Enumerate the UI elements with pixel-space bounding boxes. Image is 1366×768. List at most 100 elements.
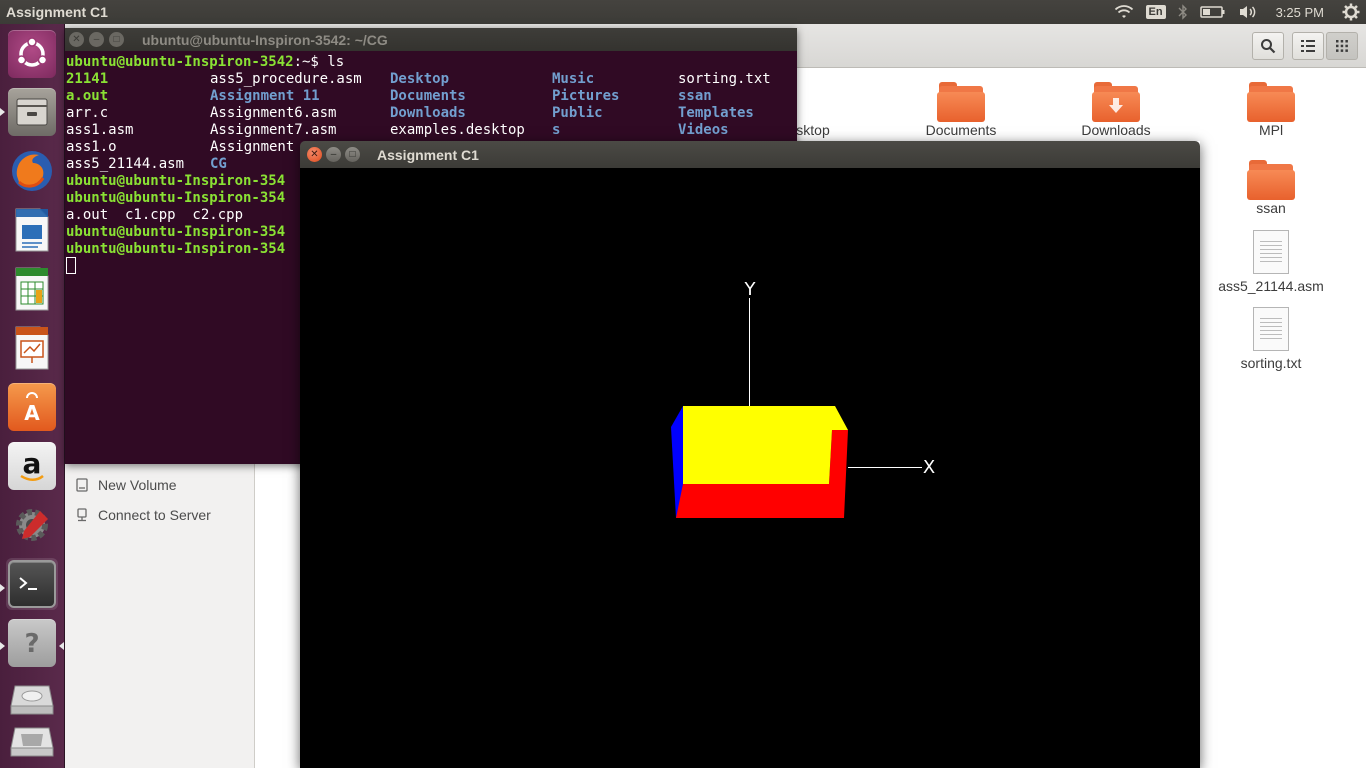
maximize-icon: □: [113, 33, 120, 45]
amazon-launcher-button[interactable]: a: [6, 440, 58, 492]
close-icon: ✕: [72, 33, 81, 45]
sidebar-item-new-volume[interactable]: New Volume: [75, 474, 177, 496]
clock[interactable]: 3:25 PM: [1264, 0, 1336, 24]
file-item-ssan[interactable]: ssan: [1211, 160, 1331, 216]
search-button[interactable]: [1252, 32, 1284, 60]
indicator-area: En 3:25 PM: [1108, 0, 1366, 24]
file-item-downloads[interactable]: Downloads: [1056, 82, 1176, 138]
prompt: ubuntu@ubuntu-Inspiron-3542: [66, 54, 294, 70]
terminal-titlebar[interactable]: ✕ – □ ubuntu@ubuntu-Inspiron-3542: ~/CG: [65, 28, 797, 51]
search-icon: [1261, 39, 1276, 54]
bluetooth-icon[interactable]: [1172, 0, 1194, 24]
gl-titlebar[interactable]: ✕ – □ Assignment C1: [300, 141, 1200, 168]
sidebar-item-label: New Volume: [98, 477, 177, 493]
folder-icon: [1247, 160, 1295, 200]
ls-entry: Assignment7.asm: [210, 122, 337, 138]
svg-text:a: a: [23, 449, 42, 480]
file-item-ass5[interactable]: ass5_21144.asm: [1211, 230, 1331, 294]
system-settings-launcher-button[interactable]: [6, 499, 58, 551]
system-settings-icon: [8, 501, 56, 549]
ls-entry: examples.desktop: [390, 122, 525, 138]
terminal-title: ubuntu@ubuntu-Inspiron-3542: ~/CG: [142, 31, 388, 48]
folder-icon: [1247, 82, 1295, 122]
terminal-launcher-button[interactable]: [6, 558, 58, 610]
close-button[interactable]: ✕: [307, 147, 322, 162]
y-axis-label: Y: [744, 279, 757, 300]
firefox-launcher-button[interactable]: [6, 145, 58, 197]
file-item-sorting[interactable]: sorting.txt: [1211, 307, 1331, 371]
ls-entry: ssan: [678, 88, 712, 104]
trash-launcher-button[interactable]: [6, 714, 58, 766]
running-indicator: [0, 108, 5, 116]
file-item-label: ssan: [1256, 200, 1286, 216]
file-item-documents[interactable]: Documents: [901, 82, 1021, 138]
maximize-button[interactable]: □: [109, 32, 124, 47]
minimize-icon: –: [330, 148, 337, 160]
gl-window-title: Assignment C1: [377, 146, 479, 163]
gl-window[interactable]: ✕ – □ Assignment C1 Y X: [300, 141, 1200, 768]
file-item-mpl[interactable]: MPl: [1211, 82, 1331, 138]
terminal-line: ubuntu@ubuntu-Inspiron-3542:~$ ls: [66, 54, 344, 71]
grid-view-button[interactable]: [1326, 32, 1358, 60]
prompt: ubuntu@ubuntu-Inspiron-354: [66, 173, 286, 189]
files-launcher-button[interactable]: [6, 86, 58, 138]
ls-entry: sorting.txt: [678, 71, 771, 87]
keyboard-layout-label: En: [1145, 5, 1166, 19]
ls-entry: Music: [552, 71, 595, 87]
terminal-cursor: [66, 257, 76, 274]
battery-icon[interactable]: [1194, 0, 1232, 24]
file-item-label: sktop: [796, 122, 830, 138]
keyboard-layout-indicator[interactable]: En: [1140, 0, 1172, 24]
ls-entry: Public: [552, 105, 603, 121]
minimize-icon: –: [93, 33, 100, 45]
folder-icon: [937, 82, 985, 122]
terminal-line: ubuntu@ubuntu-Inspiron-354: [66, 173, 285, 190]
volume-icon[interactable]: [1232, 0, 1264, 24]
active-indicator: [59, 642, 64, 650]
svg-text:A: A: [24, 401, 40, 424]
wifi-icon[interactable]: [1108, 0, 1140, 24]
ls-entry: ass1.o: [66, 139, 117, 155]
ls-entry: Videos: [678, 122, 729, 138]
calc-launcher-button[interactable]: [6, 263, 58, 315]
writer-launcher-button[interactable]: [6, 204, 58, 256]
files-icon: [8, 88, 56, 136]
cube-scene: Y X: [671, 279, 935, 518]
terminal-icon: [8, 560, 56, 608]
close-icon: ✕: [310, 148, 319, 160]
minimize-button[interactable]: –: [326, 147, 341, 162]
help-launcher-button[interactable]: ?: [6, 617, 58, 669]
command: :~$ ls: [293, 54, 345, 70]
sidebar-item-label: Connect to Server: [98, 507, 211, 523]
file-item-label: Documents: [925, 122, 997, 138]
firefox-icon: [8, 147, 56, 195]
file-item-label: ass5_21144.asm: [1218, 278, 1324, 294]
ls-entry: Desktop: [390, 71, 450, 87]
sidebar-item-connect-to-server[interactable]: Connect to Server: [75, 504, 211, 526]
drive-icon: [76, 478, 88, 492]
active-window-title: Assignment C1: [6, 4, 108, 20]
ls-entry: CG: [210, 156, 227, 172]
ubuntu-dash-button[interactable]: [6, 28, 58, 80]
downloads-folder-icon: [1092, 82, 1140, 122]
ls-entry: ass5_procedure.asm: [210, 71, 362, 87]
libreoffice-calc-icon: [8, 265, 56, 313]
list-view-button[interactable]: [1292, 32, 1324, 60]
text-file-icon: [1253, 307, 1289, 351]
opengl-canvas[interactable]: Y X: [300, 168, 1200, 768]
close-button[interactable]: ✕: [69, 32, 84, 47]
gear-icon[interactable]: [1336, 0, 1366, 24]
running-indicator: [0, 642, 5, 650]
impress-launcher-button[interactable]: [6, 322, 58, 374]
ls-entry: Assignment 11: [210, 88, 320, 104]
minimize-button[interactable]: –: [89, 32, 104, 47]
software-launcher-button[interactable]: A: [6, 381, 58, 433]
text-file-icon: [1253, 230, 1289, 274]
file-item-label: sorting.txt: [1240, 355, 1302, 371]
ls-entry: a.out: [66, 88, 109, 104]
launcher: A a ?: [0, 24, 65, 768]
maximize-button[interactable]: □: [345, 147, 360, 162]
ls-entry: Downloads: [390, 105, 466, 121]
ls-entry: 21141: [66, 71, 109, 87]
file-item-label: MPl: [1258, 122, 1284, 138]
